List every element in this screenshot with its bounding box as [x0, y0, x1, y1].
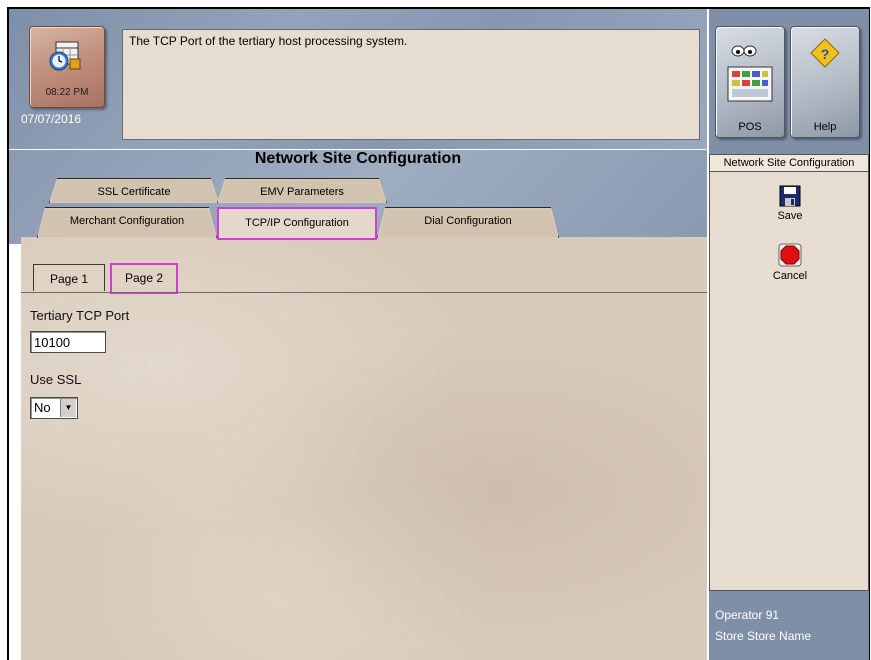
tab-dial-configuration[interactable]: Dial Configuration	[377, 207, 559, 238]
subtab-label: Page 1	[49, 272, 89, 286]
subtab-divider	[21, 292, 707, 293]
help-question-icon: ?	[810, 38, 840, 68]
subtab-page-1[interactable]: Page 1	[33, 264, 105, 291]
use-ssl-select[interactable]: No ▼	[30, 397, 78, 419]
tab-label: Merchant Configuration	[69, 215, 185, 227]
subtab-page-2[interactable]: Page 2	[110, 263, 178, 294]
tab-emv-parameters[interactable]: EMV Parameters	[217, 178, 387, 203]
use-ssl-value: No	[34, 400, 51, 415]
tab-tcpip-configuration[interactable]: TCP/IP Configuration	[217, 207, 377, 240]
save-button[interactable]: Save	[710, 185, 869, 222]
save-floppy-icon	[779, 185, 801, 207]
clock-time: 08:22 PM	[45, 87, 89, 98]
tab-label: Dial Configuration	[424, 215, 512, 227]
application-frame: 08:22 PM 07/07/2016 The TCP Port of the …	[7, 7, 870, 660]
svg-text:?: ?	[821, 46, 830, 62]
pos-label: POS	[738, 121, 762, 133]
tertiary-tcp-port-input[interactable]: 10100	[30, 331, 106, 353]
cancel-button[interactable]: Cancel	[710, 243, 869, 282]
clock-calendar-icon	[49, 41, 81, 71]
store-name: Store Store Name	[715, 629, 812, 643]
clock-button[interactable]: 08:22 PM 07/07/2016	[21, 22, 111, 130]
tab-merchant-configuration[interactable]: Merchant Configuration	[37, 207, 217, 238]
operator-info: Operator 91 Store Store Name	[715, 605, 811, 647]
help-message-box: The TCP Port of the tertiary host proces…	[122, 29, 700, 140]
tab-label: TCP/IP Configuration	[245, 217, 349, 229]
side-panel-title: Network Site Configuration	[710, 155, 868, 172]
help-button[interactable]: ? Help	[790, 26, 860, 138]
cancel-label: Cancel	[772, 270, 808, 282]
tertiary-tcp-port-label: Tertiary TCP Port	[30, 308, 130, 323]
save-label: Save	[777, 210, 803, 222]
help-message-text: The TCP Port of the tertiary host proces…	[129, 34, 408, 48]
operator-name: Operator 91	[715, 608, 780, 622]
content-panel	[21, 237, 707, 660]
side-action-panel: Network Site Configuration Save Cancel	[709, 154, 869, 591]
stop-sign-icon	[778, 243, 802, 267]
clock-date: 07/07/2016	[21, 112, 82, 126]
tab-label: SSL Certificate	[97, 186, 171, 198]
subtab-label: Page 2	[124, 271, 164, 285]
pos-button[interactable]: POS	[715, 26, 785, 138]
use-ssl-label: Use SSL	[30, 372, 82, 387]
help-label: Help	[813, 121, 837, 133]
page-title: Network Site Configuration	[254, 150, 462, 167]
pos-terminal-icon	[727, 45, 773, 102]
tab-ssl-certificate[interactable]: SSL Certificate	[49, 178, 219, 203]
dropdown-arrow-icon[interactable]: ▼	[60, 399, 76, 417]
tab-label: EMV Parameters	[260, 186, 344, 198]
clock-tile[interactable]: 08:22 PM	[29, 26, 105, 108]
